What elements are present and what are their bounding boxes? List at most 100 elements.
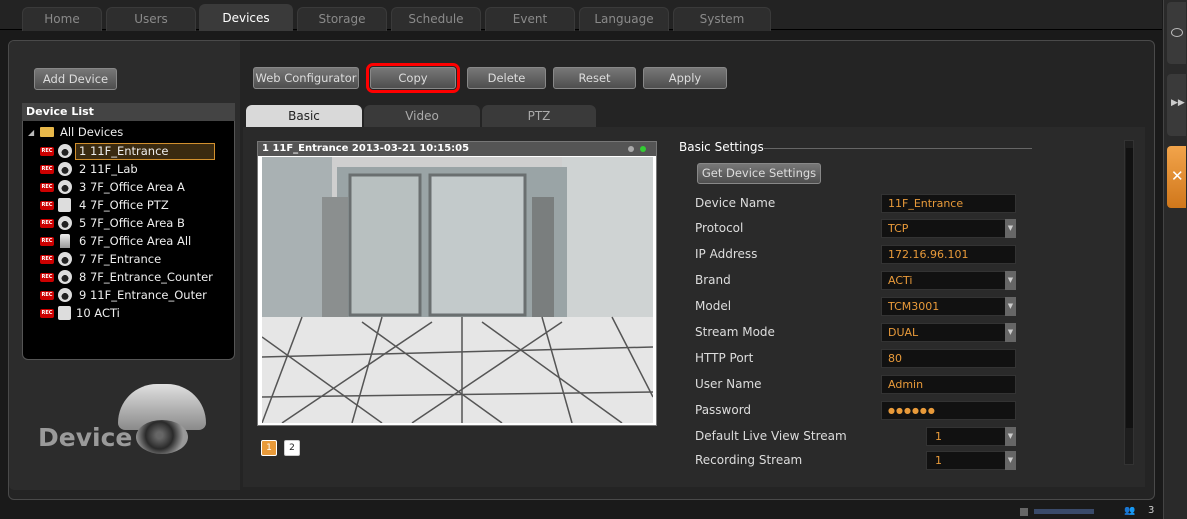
chevron-down-icon: ▼ bbox=[1005, 297, 1016, 316]
rec-badge: REC bbox=[40, 201, 54, 210]
rec-badge: REC bbox=[40, 183, 54, 192]
rec-badge: REC bbox=[40, 165, 54, 174]
user-name-field[interactable]: Admin bbox=[881, 375, 1016, 394]
delete-button[interactable]: Delete bbox=[467, 67, 546, 89]
device-item-label: 8 7F_Entrance_Counter bbox=[79, 270, 213, 284]
model-select[interactable]: TCM3001 ▼ bbox=[881, 297, 1016, 316]
users-icon: 👥 bbox=[1124, 506, 1136, 516]
collapse-triangle-icon: ◢ bbox=[28, 128, 35, 137]
entrance-scene bbox=[262, 157, 653, 423]
status-bar: 👥 3 bbox=[0, 505, 1163, 519]
subtab-ptz[interactable]: PTZ bbox=[482, 105, 596, 127]
device-item[interactable]: REC 6 7F_Office Area All bbox=[22, 233, 222, 250]
rec-badge: REC bbox=[40, 237, 54, 246]
device-item[interactable]: REC 9 11F_Entrance_Outer bbox=[22, 287, 222, 304]
rec-badge: REC bbox=[40, 219, 54, 228]
ip-address-field[interactable]: 172.16.96.101 bbox=[881, 245, 1016, 264]
rail-tools-button[interactable]: ✕ bbox=[1167, 146, 1186, 208]
device-list-title: Device List bbox=[22, 103, 235, 121]
users-count: 3 bbox=[1148, 505, 1155, 516]
eye-icon bbox=[1171, 28, 1183, 37]
bullet-camera-icon bbox=[60, 234, 70, 248]
tools-icon: ✕ bbox=[1171, 167, 1184, 185]
brand-select-value: ACTi bbox=[888, 274, 913, 287]
device-item-label: 5 7F_Office Area B bbox=[79, 216, 185, 230]
protocol-select[interactable]: TCP ▼ bbox=[881, 219, 1016, 238]
tab-language[interactable]: Language bbox=[579, 7, 669, 31]
rail-eye-button[interactable] bbox=[1167, 2, 1186, 64]
device-item-label: 2 11F_Lab bbox=[79, 162, 138, 176]
rec-badge: REC bbox=[40, 273, 54, 282]
device-item[interactable]: REC 1 11F_Entrance bbox=[22, 143, 235, 160]
recording-stream-value: 1 bbox=[935, 454, 942, 467]
stream-mode-select-value: DUAL bbox=[888, 326, 919, 339]
device-name-field[interactable]: 11F_Entrance bbox=[881, 194, 1016, 213]
reset-button[interactable]: Reset bbox=[553, 67, 636, 89]
chevron-down-icon: ▼ bbox=[1005, 219, 1016, 238]
tab-home[interactable]: Home bbox=[22, 7, 102, 31]
video-header-text: 1 11F_Entrance 2013-03-21 10:15:05 bbox=[262, 143, 470, 154]
subtab-video[interactable]: Video bbox=[364, 105, 480, 127]
chevron-down-icon: ▼ bbox=[1005, 271, 1016, 290]
channel-2-button[interactable]: 2 bbox=[284, 440, 300, 456]
default-live-view-stream-select[interactable]: 1 ▼ bbox=[926, 427, 1016, 446]
apply-button[interactable]: Apply bbox=[643, 67, 727, 89]
recording-stream-select[interactable]: 1 ▼ bbox=[926, 451, 1016, 470]
tab-event[interactable]: Event bbox=[485, 7, 575, 31]
field-label: Protocol bbox=[695, 221, 744, 235]
field-label: HTTP Port bbox=[695, 351, 754, 365]
dome-camera-icon bbox=[58, 162, 72, 176]
brand-select[interactable]: ACTi ▼ bbox=[881, 271, 1016, 290]
device-item-label: 9 11F_Entrance_Outer bbox=[79, 288, 207, 302]
field-label: Password bbox=[695, 403, 752, 417]
channel-1-button[interactable]: 1 bbox=[261, 440, 277, 456]
device-item[interactable]: REC 10 ACTi bbox=[22, 305, 222, 322]
scrollbar-thumb[interactable] bbox=[1126, 148, 1133, 428]
tab-devices[interactable]: Devices bbox=[199, 4, 293, 31]
device-item-label: 6 7F_Office Area All bbox=[79, 234, 192, 248]
rail-expand-button[interactable]: ▶▶ bbox=[1167, 74, 1186, 136]
device-item[interactable]: REC 3 7F_Office Area A bbox=[22, 179, 222, 196]
device-item[interactable]: REC 5 7F_Office Area B bbox=[22, 215, 222, 232]
chevron-down-icon: ▼ bbox=[1005, 451, 1016, 470]
device-item-label: 10 ACTi bbox=[76, 306, 120, 320]
tab-system[interactable]: System bbox=[673, 7, 771, 31]
chevron-down-icon: ▼ bbox=[1005, 323, 1016, 342]
get-device-settings-button[interactable]: Get Device Settings bbox=[697, 163, 821, 184]
field-label: Model bbox=[695, 299, 732, 313]
volume-meter[interactable] bbox=[1034, 509, 1094, 514]
tab-storage[interactable]: Storage bbox=[297, 7, 387, 31]
dome-camera-icon bbox=[58, 144, 72, 158]
tab-users[interactable]: Users bbox=[106, 7, 196, 31]
chevron-down-icon: ▼ bbox=[1005, 427, 1016, 446]
stream-mode-select[interactable]: DUAL ▼ bbox=[881, 323, 1016, 342]
device-item[interactable]: REC 7 7F_Entrance bbox=[22, 251, 222, 268]
camera-feed-image[interactable] bbox=[262, 157, 653, 423]
field-label: Recording Stream bbox=[695, 453, 803, 467]
device-item[interactable]: REC 2 11F_Lab bbox=[22, 161, 222, 178]
copy-button[interactable]: Copy bbox=[366, 63, 460, 93]
top-tab-bar: Home Users Devices Storage Schedule Even… bbox=[0, 0, 1162, 31]
field-label: Brand bbox=[695, 273, 731, 287]
rec-badge: REC bbox=[40, 147, 54, 156]
tree-root-all-devices[interactable]: ◢ All Devices bbox=[22, 124, 222, 141]
field-label: Device Name bbox=[695, 196, 776, 210]
device-item[interactable]: REC 8 7F_Entrance_Counter bbox=[22, 269, 222, 286]
http-port-field[interactable]: 80 bbox=[881, 349, 1016, 368]
add-device-button[interactable]: Add Device bbox=[34, 68, 117, 90]
web-configurator-button[interactable]: Web Configurator bbox=[253, 67, 359, 89]
device-items: REC 1 11F_Entrance REC 2 11F_Lab REC 3 7… bbox=[22, 143, 235, 343]
device-item-label: 1 11F_Entrance bbox=[79, 144, 169, 158]
device-item-label: 7 7F_Entrance bbox=[79, 252, 162, 266]
device-item[interactable]: REC 4 7F_Office PTZ bbox=[22, 197, 222, 214]
subtab-basic[interactable]: Basic bbox=[246, 105, 362, 127]
rec-badge: REC bbox=[40, 291, 54, 300]
protocol-select-value: TCP bbox=[888, 222, 909, 235]
password-field[interactable]: ●●●●●● bbox=[881, 401, 1016, 420]
rec-badge: REC bbox=[40, 255, 54, 264]
video-header: 1 11F_Entrance 2013-03-21 10:15:05 bbox=[258, 142, 656, 156]
status-dot-icon bbox=[628, 146, 634, 152]
tab-schedule[interactable]: Schedule bbox=[391, 7, 481, 31]
settings-title-divider bbox=[764, 148, 1032, 149]
volume-icon bbox=[1020, 508, 1028, 516]
